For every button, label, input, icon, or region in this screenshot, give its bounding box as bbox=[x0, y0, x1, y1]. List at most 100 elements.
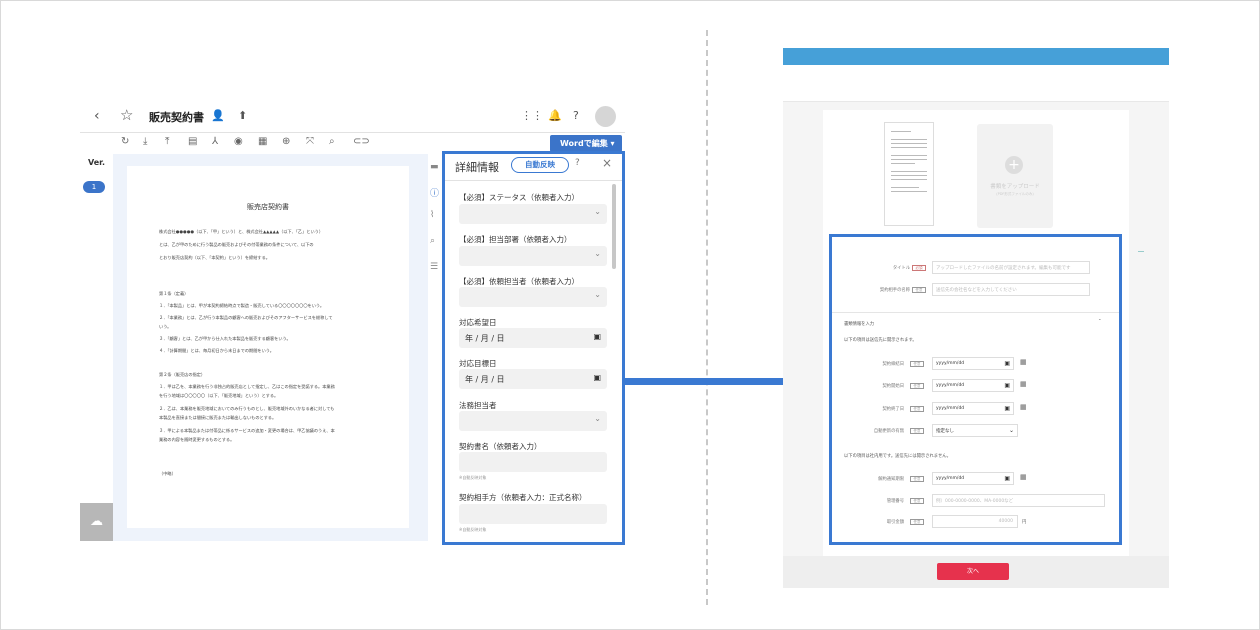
auto-apply-button[interactable]: 自動反映 bbox=[511, 157, 569, 173]
download-icon[interactable]: ⤓ bbox=[143, 136, 147, 147]
file-icon[interactable]: ▤ bbox=[188, 136, 197, 147]
auto-apply-note: ※自動反映対象 bbox=[459, 527, 487, 532]
star-icon[interactable]: ☆ bbox=[120, 106, 133, 124]
document-line: １．「本製品」とは、甲が本契約締結時点で製造・販売している〇〇〇〇〇〇〇をいう。 bbox=[159, 303, 325, 308]
title-input[interactable]: アップロードしたファイルの名前が設定されます。編集も可能です bbox=[932, 261, 1090, 274]
help-icon[interactable]: ? bbox=[573, 109, 579, 122]
field-label: 【必須】依頼担当者（依頼者入力） bbox=[459, 277, 579, 286]
management-number-input[interactable]: 例）000-0000-0000、MA-0000など bbox=[932, 494, 1105, 507]
document-viewer: 販売店契約書 株式会社●●●●●（以下、「甲」という）と、株式会社▲▲▲▲▲（以… bbox=[113, 154, 428, 541]
optional-tag: 任意 bbox=[912, 287, 926, 293]
print-icon[interactable]: ▦ bbox=[258, 136, 267, 147]
list-icon[interactable]: ☰ bbox=[430, 262, 438, 272]
document-line: ３．甲による本製品または付帯品に係るサービスの追加・変更の場合は、甲乙協議のうえ… bbox=[159, 428, 335, 433]
cancel-deadline-input[interactable]: yyyy/mm/dd ▣ bbox=[932, 472, 1014, 485]
add-user-icon[interactable]: 👤 bbox=[211, 109, 225, 122]
merge-icon[interactable]: ⅄ bbox=[212, 136, 218, 147]
document-line: 業務の内容を随時変更するものとする。 bbox=[159, 437, 235, 442]
bell-icon[interactable]: 🔔 bbox=[548, 109, 562, 122]
version-badge[interactable]: 1 bbox=[83, 181, 105, 193]
avatar[interactable] bbox=[595, 106, 616, 127]
calendar-icon[interactable]: ▦ bbox=[1020, 403, 1027, 411]
dashed-divider bbox=[706, 30, 708, 605]
document-line: 第１条（定義） bbox=[159, 291, 189, 296]
document-thumbnail[interactable] bbox=[884, 122, 934, 226]
auto-renew-select[interactable]: 指定なし ⌄ bbox=[932, 424, 1018, 437]
document-line: とは、乙が甲のために行う製品の販売およびその付帯業務の条件について、以下の bbox=[159, 242, 314, 247]
comment-icon[interactable]: ▬ bbox=[430, 162, 439, 172]
side-rail: ▬ ⓘ ⌇ ⌕ ☰ bbox=[428, 154, 443, 541]
chevron-down-icon: ⌄ bbox=[594, 290, 601, 299]
start-date-input[interactable]: yyyy/mm/dd ▣ bbox=[932, 379, 1014, 392]
party-input[interactable]: 送信先の会社名などを入力してください bbox=[932, 283, 1090, 296]
scrollbar[interactable] bbox=[612, 184, 616, 269]
top-bar: ‹ ☆ 販売契約書 👤 ⬆ ⋮⋮ 🔔 ? bbox=[80, 100, 625, 133]
panel-title: 詳細情報 bbox=[455, 161, 499, 174]
chevron-down-icon: ⌄ bbox=[594, 414, 601, 423]
share-icon[interactable]: ⬆ bbox=[238, 109, 247, 122]
fit-icon[interactable]: ⤧ bbox=[306, 136, 314, 147]
currency-unit: 円 bbox=[1022, 520, 1027, 525]
upload-icon[interactable]: ⤒ bbox=[165, 136, 169, 147]
help-icon[interactable]: ? bbox=[575, 158, 580, 168]
field-label: 【必須】担当部署（依頼者入力） bbox=[459, 235, 572, 244]
desired-date-input[interactable]: 年 / 月 / 日 ▣ bbox=[459, 328, 607, 348]
status-select[interactable]: ⌄ bbox=[459, 204, 607, 224]
field-label: 契約書名（依頼者入力） bbox=[459, 442, 542, 451]
contract-name-input[interactable] bbox=[459, 452, 607, 472]
apps-grid-icon[interactable]: ⋮⋮ bbox=[521, 109, 543, 122]
requester-select[interactable]: ⌄ bbox=[459, 287, 607, 307]
target-date-input[interactable]: 年 / 月 / 日 ▣ bbox=[459, 369, 607, 389]
end-date-input[interactable]: yyyy/mm/dd ▣ bbox=[932, 402, 1014, 415]
close-icon[interactable]: × bbox=[602, 156, 612, 170]
document-info-form: タイトル 必須 アップロードしたファイルの名前が設定されます。編集も可能です 契… bbox=[829, 234, 1122, 545]
link-icon[interactable]: ⊂⊃ bbox=[353, 136, 370, 147]
field-label: 対応希望日 bbox=[459, 318, 497, 327]
renew-label: 自動更新の有無 bbox=[873, 429, 904, 434]
document-line: ３．「顧客」とは、乙が甲から仕入れた本製品を販売する顧客をいう。 bbox=[159, 336, 291, 341]
party-label: 契約相手の名称 bbox=[879, 288, 910, 293]
calendar-icon[interactable]: ▦ bbox=[1020, 358, 1027, 366]
calendar-icon: ▣ bbox=[593, 373, 601, 382]
document-editor-app: ‹ ☆ 販売契約書 👤 ⬆ ⋮⋮ 🔔 ? ↻ ⤓ ⤒ ▤ ⅄ ◉ ▦ ⊕ ⤧ ⌕… bbox=[80, 100, 625, 545]
date1-label: 契約締結日 bbox=[882, 362, 904, 367]
info-icon[interactable]: ⓘ bbox=[430, 186, 439, 199]
document-heading: 販売店契約書 bbox=[247, 203, 289, 211]
search-icon[interactable]: ⌕ bbox=[329, 136, 335, 147]
attachment-icon[interactable]: ⌇ bbox=[430, 210, 434, 220]
optional-tag: 任意 bbox=[910, 383, 924, 389]
amount-input[interactable]: 40000 bbox=[932, 515, 1018, 528]
date2-label: 契約開始日 bbox=[882, 384, 904, 389]
arrow-shaft bbox=[625, 378, 797, 385]
panel-divider bbox=[445, 180, 622, 181]
zoom-in-icon[interactable]: ⊕ bbox=[282, 136, 290, 147]
refresh-icon[interactable]: ↻ bbox=[121, 136, 129, 147]
upload-dropzone[interactable]: + 書類をアップロード (PDF形式ファイルのみ) bbox=[977, 124, 1053, 228]
title-label: タイトル bbox=[892, 266, 910, 271]
document-line: を行う地域は〇〇〇〇〇（以下、「販売地域」という）とする。 bbox=[159, 393, 279, 398]
field-label: 対応目標日 bbox=[459, 359, 497, 368]
document-line: ４．「計算期間」とは、毎月初日から末日までの期間をいう。 bbox=[159, 348, 274, 353]
next-button[interactable]: 次へ bbox=[937, 563, 1009, 580]
contract-date-input[interactable]: yyyy/mm/dd ▣ bbox=[932, 357, 1014, 370]
calendar-icon[interactable]: ▦ bbox=[1020, 380, 1027, 388]
calendar-icon[interactable]: ▦ bbox=[1020, 473, 1027, 481]
edit-in-word-button[interactable]: Wordで編集 ▾ bbox=[550, 135, 622, 152]
chevron-down-icon: ⌄ bbox=[594, 207, 601, 216]
optional-tag: 任意 bbox=[910, 498, 924, 504]
department-select[interactable]: ⌄ bbox=[459, 246, 607, 266]
chevron-up-icon[interactable]: ⌃ bbox=[1098, 319, 1102, 324]
detail-panel: 詳細情報 自動反映 ? × 【必須】ステータス（依頼者入力） ⌄ 【必須】担当部… bbox=[442, 151, 625, 545]
cloud-upload-icon[interactable]: ☁ bbox=[80, 503, 113, 541]
eye-icon[interactable]: ◉ bbox=[234, 136, 243, 147]
search-icon[interactable]: ⌕ bbox=[430, 236, 435, 246]
document-page: 販売店契約書 株式会社●●●●●（以下、「甲」という）と、株式会社▲▲▲▲▲（以… bbox=[127, 166, 409, 528]
document-line: ２．「本業務」とは、乙が行う本製品の顧客への販売およびそのアフターサービスを総称… bbox=[159, 315, 333, 320]
back-icon[interactable]: ‹ bbox=[94, 108, 100, 124]
chevron-down-icon: ⌄ bbox=[594, 249, 601, 258]
optional-tag: 任意 bbox=[910, 406, 924, 412]
counterparty-input[interactable] bbox=[459, 504, 607, 524]
optional-tag: 任意 bbox=[910, 476, 924, 482]
legal-owner-select[interactable]: ⌄ bbox=[459, 411, 607, 431]
field-label: 法務担当者 bbox=[459, 401, 497, 410]
